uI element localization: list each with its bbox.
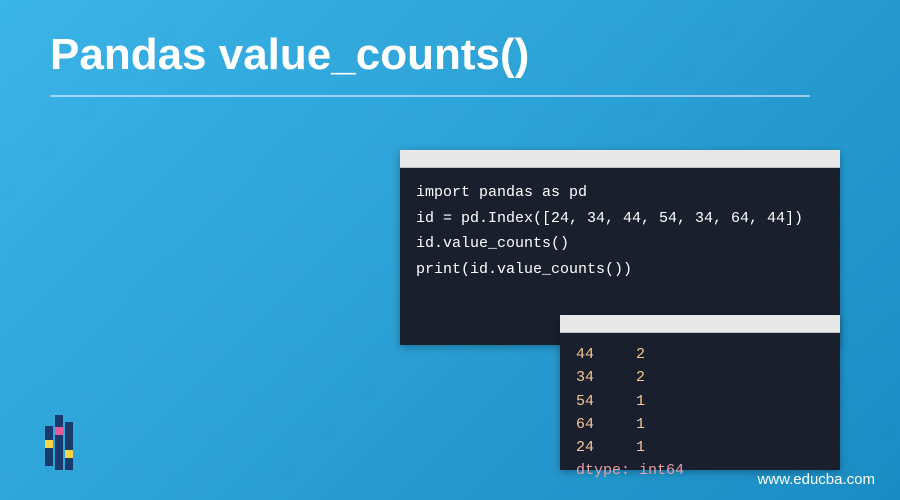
logo-dot [45, 440, 53, 448]
window-titlebar [560, 315, 840, 333]
code-line: id = pd.Index([24, 34, 44, 54, 34, 64, 4… [416, 206, 824, 232]
logo-dot [55, 427, 63, 435]
output-row: 34 2 [576, 366, 824, 389]
code-line: import pandas as pd [416, 180, 824, 206]
output-row: 44 2 [576, 343, 824, 366]
code-line: print(id.value_counts()) [416, 257, 824, 283]
output-content: 44 2 34 2 54 1 64 1 24 1 dtype: int64 [560, 333, 840, 470]
output-window: 44 2 34 2 54 1 64 1 24 1 dtype: int64 [560, 315, 840, 470]
output-row: 24 1 [576, 436, 824, 459]
output-row: 64 1 [576, 413, 824, 436]
logo-dot [65, 450, 73, 458]
page-title: Pandas value_counts() [50, 30, 529, 80]
code-line: id.value_counts() [416, 231, 824, 257]
educba-logo [45, 422, 73, 470]
window-titlebar [400, 150, 840, 168]
website-url: www.educba.com [757, 471, 875, 488]
title-divider [50, 95, 810, 97]
logo-bar [55, 415, 63, 470]
logo-bar [65, 422, 73, 470]
output-row: 54 1 [576, 390, 824, 413]
